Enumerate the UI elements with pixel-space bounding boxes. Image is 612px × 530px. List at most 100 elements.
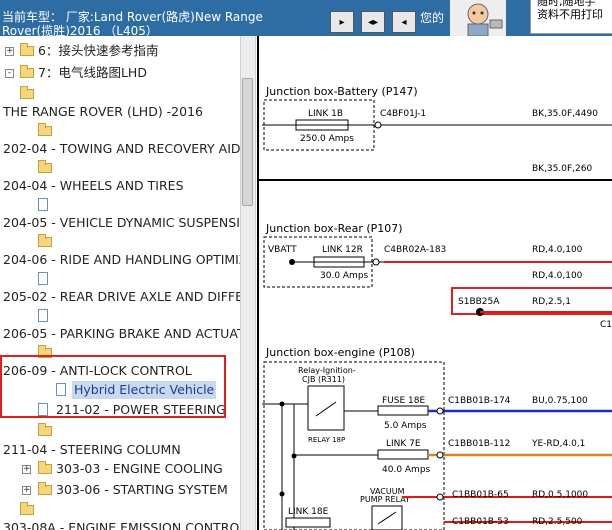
red-wire-label-pump: RD,0.5,1000 bbox=[532, 490, 588, 500]
expand-toggle[interactable]: + bbox=[22, 465, 31, 474]
link-7e-name: LINK 7E bbox=[386, 439, 421, 449]
tree-item-wiring-diagrams[interactable]: - 7：电气线路图LHD bbox=[0, 64, 240, 82]
folder-icon bbox=[38, 123, 52, 136]
rear-splice-label: S1BB25A bbox=[458, 297, 500, 307]
tree-item-parking-brake[interactable]: 206-05 - PARKING BRAKE AND ACTUATION bbox=[0, 325, 240, 343]
connector-pin bbox=[372, 258, 380, 266]
rear-fuse-name: LINK 12R bbox=[322, 245, 363, 255]
tree-item-range-rover-2016[interactable]: THE RANGE ROVER (LHD) -2016 bbox=[0, 103, 240, 121]
folder-icon bbox=[38, 234, 52, 247]
battery-connector: C4BF01J-1 bbox=[380, 109, 426, 119]
hint-text-left: 您的 bbox=[420, 11, 445, 25]
next-page-button[interactable]: ▸ bbox=[330, 11, 354, 33]
link-18e-name: LINK 18E bbox=[288, 507, 329, 517]
relay-name-line-1: Relay-Ignition- bbox=[298, 366, 356, 375]
expand-toggle[interactable]: + bbox=[22, 486, 31, 495]
tree-item-label: 204-05 - VEHICLE DYNAMIC SUSPENSION bbox=[3, 215, 240, 230]
document-icon bbox=[38, 198, 48, 211]
rear-wire-label-2: RD,4.0,100 bbox=[532, 271, 583, 281]
collapse-toggle[interactable]: - bbox=[5, 69, 14, 78]
red-highlight-frame bbox=[0, 355, 226, 418]
engine-connector-174: C1BB01B-174 bbox=[448, 396, 511, 406]
tree-item-wheels[interactable]: 204-04 - WHEELS AND TIRES bbox=[0, 177, 240, 195]
tree-item-folder[interactable] bbox=[0, 501, 240, 519]
link-7e-symbol bbox=[377, 449, 429, 460]
folder-icon bbox=[38, 461, 52, 474]
tree-item-starting-system[interactable]: + 303-06 - STARTING SYSTEM bbox=[0, 481, 240, 499]
tree-item-rear-drive-axle[interactable]: 205-02 - REAR DRIVE AXLE AND DIFFERENTIA… bbox=[0, 288, 240, 306]
connector-pin bbox=[436, 451, 444, 459]
tree-item-label: 205-02 - REAR DRIVE AXLE AND DIFFERENTIA… bbox=[3, 289, 240, 304]
wiring-diagram: Junction box-Battery (P147) LINK 1B 250.… bbox=[257, 36, 612, 530]
engine-connector-112: C1BB01B-112 bbox=[448, 439, 510, 449]
engine-connector-65: C1BB01B-65 bbox=[452, 490, 509, 500]
tree-item-folder[interactable] bbox=[0, 122, 240, 140]
folder-icon bbox=[38, 160, 52, 173]
blue-wire-label: BU,0.75,100 bbox=[532, 396, 588, 406]
battery-fuse-name: LINK 1B bbox=[308, 109, 343, 119]
engine-bus-dot bbox=[291, 453, 297, 459]
tree-item-engine-cooling[interactable]: + 303-03 - ENGINE COOLING bbox=[0, 460, 240, 478]
tree-item-label: THE RANGE ROVER (LHD) -2016 bbox=[3, 104, 203, 119]
tree-item-towing[interactable]: 202-04 - TOWING AND RECOVERY AID bbox=[0, 140, 240, 158]
tree-item-document[interactable] bbox=[0, 307, 240, 325]
battery-wire-label-2: BK,35.0F,260 bbox=[532, 164, 592, 174]
tree-item-folder[interactable] bbox=[0, 233, 240, 251]
tree-item-folder[interactable] bbox=[0, 159, 240, 177]
connector-pin bbox=[374, 121, 382, 129]
tree-item-engine-emission[interactable]: 303-08A - ENGINE EMISSION CONTROL bbox=[0, 519, 240, 530]
connector-pin bbox=[436, 407, 444, 415]
expand-toggle[interactable]: + bbox=[5, 47, 14, 56]
folder-icon bbox=[20, 65, 34, 78]
hint-line-2: 资料不用打印 bbox=[537, 8, 603, 21]
tree-item-label: 303-06 - STARTING SYSTEM bbox=[56, 482, 228, 497]
tree-item-steering-column[interactable]: 211-04 - STEERING COLUMN bbox=[0, 441, 240, 459]
hint-text-box: 随时,随地手 资料不用打印 bbox=[530, 0, 612, 34]
tree-item-dynamic-suspension[interactable]: 204-05 - VEHICLE DYNAMIC SUSPENSION bbox=[0, 214, 240, 232]
folder-icon bbox=[20, 86, 34, 99]
tree-item-folder[interactable] bbox=[0, 85, 240, 103]
fit-page-button[interactable]: ◂▸ bbox=[361, 11, 385, 33]
document-icon bbox=[38, 309, 48, 322]
mascot-icon bbox=[450, 0, 506, 36]
tree-item-connector-guide[interactable]: + 6：接头快速参考指南 bbox=[0, 42, 240, 60]
tree-item-label: 204-06 - RIDE AND HANDLING OPTIMIZATION bbox=[3, 252, 240, 267]
rear-wire-label-3: RD,2.5,1 bbox=[532, 297, 571, 307]
vehicle-line-2: Rover(揽胜)2016 （L405） bbox=[2, 24, 158, 36]
battery-box-title: Junction box-Battery (P147) bbox=[265, 85, 418, 98]
vehicle-line-1: 当前车型： 厂家:Land Rover(路虎)New Range bbox=[2, 10, 263, 24]
scrollbar-thumb[interactable] bbox=[242, 78, 253, 206]
tree-item-label: 303-03 - ENGINE COOLING bbox=[56, 461, 223, 476]
relay-code: RELAY 18P bbox=[308, 436, 345, 444]
hint-line-1: 随时,随地手 bbox=[537, 0, 596, 8]
previous-page-button[interactable]: ◂ bbox=[392, 11, 416, 33]
current-vehicle-label: 当前车型： 厂家:Land Rover(路虎)New Range Rover(揽… bbox=[2, 10, 272, 36]
red-wire-label-link-18e: RD,2.5,500 bbox=[532, 517, 583, 527]
tree-item-document[interactable] bbox=[0, 196, 240, 214]
fuse-18e-name: FUSE 18E bbox=[382, 396, 425, 406]
tree-item-label: 202-04 - TOWING AND RECOVERY AID bbox=[3, 141, 240, 156]
engine-connector-53: C1BB01B-53 bbox=[452, 517, 509, 527]
folder-icon bbox=[20, 502, 34, 515]
battery-fuse-rating: 250.0 Amps bbox=[300, 134, 354, 144]
tree-item-folder[interactable] bbox=[0, 422, 240, 440]
rear-trailing-label: C1 bbox=[600, 320, 612, 330]
link-18e-symbol bbox=[285, 517, 331, 528]
tree-item-document[interactable] bbox=[0, 270, 240, 288]
folder-icon bbox=[38, 423, 52, 436]
tree-item-label: 211-04 - STEERING COLUMN bbox=[3, 442, 181, 457]
top-bar: 当前车型： 厂家:Land Rover(路虎)New Range Rover(揽… bbox=[0, 0, 612, 36]
fuse-18e-rating: 5.0 Amps bbox=[384, 421, 427, 431]
engine-box-title: Junction box-engine (P108) bbox=[265, 346, 415, 359]
rear-box-title: Junction box-Rear (P107) bbox=[265, 222, 403, 235]
tree-item-label: 204-04 - WHEELS AND TIRES bbox=[3, 178, 184, 193]
fuse-18e-symbol bbox=[377, 405, 429, 416]
engine-bus-dot bbox=[279, 491, 285, 497]
tree-item-ride-handling[interactable]: 204-06 - RIDE AND HANDLING OPTIMIZATION bbox=[0, 251, 240, 269]
rear-fuse-rating: 30.0 Amps bbox=[320, 271, 369, 281]
folder-icon bbox=[38, 482, 52, 495]
folder-icon bbox=[20, 43, 34, 56]
topic-tree[interactable]: + 6：接头快速参考指南 - 7：电气线路图LHD THE RANGE ROVE… bbox=[0, 36, 240, 530]
tree-item-label: 7：电气线路图LHD bbox=[38, 65, 147, 80]
rear-wire-label-1: RD,4.0,100 bbox=[532, 245, 583, 255]
